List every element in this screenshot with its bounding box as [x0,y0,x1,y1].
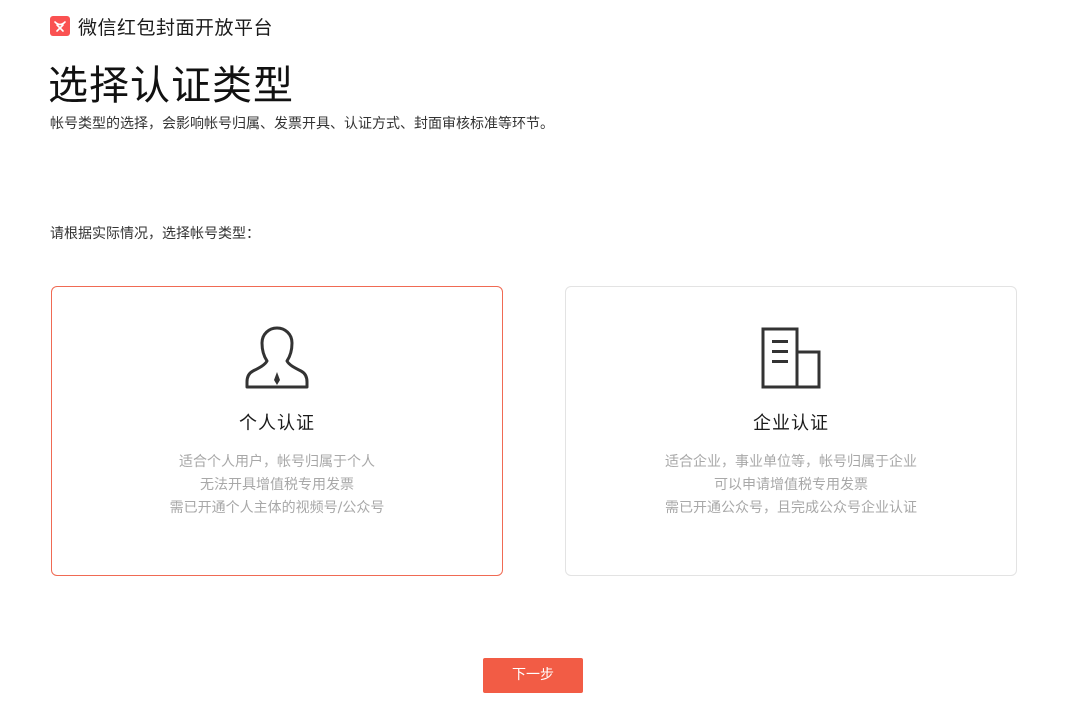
card-title: 个人认证 [239,413,315,434]
selection-prompt: 请根据实际情况，选择帐号类型： [50,226,260,242]
building-icon [759,325,823,391]
red-packet-logo-icon [50,16,70,36]
card-desc-line: 适合企业，事业单位等，帐号归属于企业 [665,454,917,470]
page-subtitle: 帐号类型的选择，会影响帐号归属、发票开具、认证方式、封面审核标准等环节。 [50,116,554,132]
card-description: 适合企业，事业单位等，帐号归属于企业 可以申请增值税专用发票 需已开通公众号，且… [665,451,917,520]
brand-header: 微信红包封面开放平台 [50,13,273,39]
page-title: 选择认证类型 [48,63,294,109]
card-desc-line: 适合个人用户，帐号归属于个人 [179,454,375,470]
card-description: 适合个人用户，帐号归属于个人 无法开具增值税专用发票 需已开通个人主体的视频号/… [170,451,385,520]
page: 微信红包封面开放平台 选择认证类型 帐号类型的选择，会影响帐号归属、发票开具、认… [0,0,1080,709]
next-step-button[interactable]: 下一步 [483,658,583,693]
card-desc-line: 需已开通公众号，且完成公众号企业认证 [665,500,917,516]
card-desc-line: 无法开具增值税专用发票 [200,477,354,493]
brand-name: 微信红包封面开放平台 [78,16,274,39]
card-desc-line: 需已开通个人主体的视频号/公众号 [169,500,385,516]
card-title: 企业认证 [753,413,829,434]
enterprise-verification-card[interactable]: 企业认证 适合企业，事业单位等，帐号归属于企业 可以申请增值税专用发票 需已开通… [565,286,1017,576]
person-icon [245,325,309,391]
personal-verification-card[interactable]: 个人认证 适合个人用户，帐号归属于个人 无法开具增值税专用发票 需已开通个人主体… [51,286,503,576]
card-desc-line: 可以申请增值税专用发票 [714,477,868,493]
